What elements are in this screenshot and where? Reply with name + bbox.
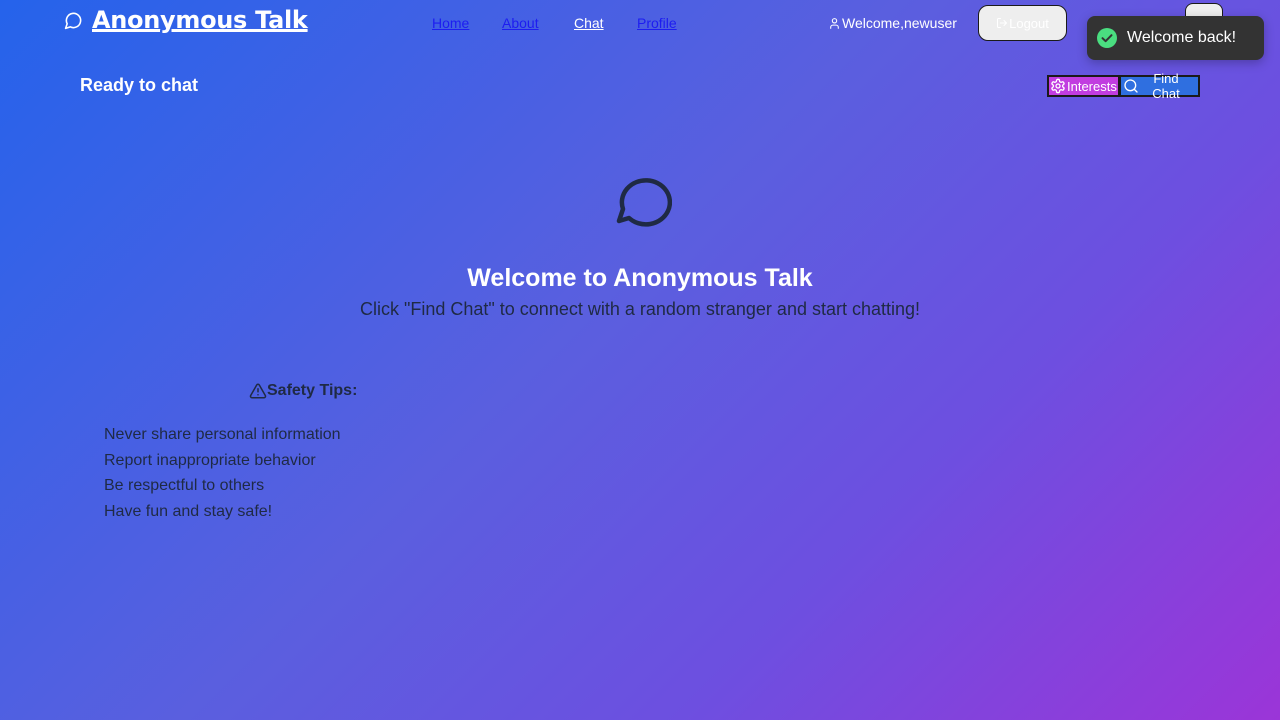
user-icon (828, 17, 841, 30)
app-logo-link[interactable]: Anonymous Talk (64, 6, 308, 34)
chat-status: Ready to chat (80, 75, 199, 95)
welcome-text: Welcome,newuser (842, 15, 957, 31)
safety-tip: Never share personal information (104, 426, 341, 443)
chat-bubble-icon (64, 11, 83, 30)
nav-chat-link[interactable]: Chat (574, 15, 604, 31)
toast-notification: Welcome back! (1087, 16, 1264, 60)
safety-tips-title: Safety Tips: (267, 382, 358, 399)
logout-button[interactable]: Logout (978, 5, 1067, 41)
safety-tip: Have fun and stay safe! (104, 503, 273, 521)
search-icon (1123, 78, 1139, 94)
interests-label: Interests (1067, 78, 1117, 94)
warning-triangle-icon (249, 382, 267, 400)
find-chat-button[interactable]: Find Chat (1119, 71, 1200, 101)
check-circle-icon (1097, 28, 1117, 48)
welcome-subtitle: Click "Find Chat" to connect with a rand… (359, 299, 921, 319)
safety-tips-heading: Safety Tips: (249, 382, 357, 400)
find-chat-label: Find Chat (1152, 71, 1180, 101)
interests-button[interactable]: Interests (1047, 75, 1120, 97)
chat-bubble-icon (612, 176, 673, 228)
nav-about-link[interactable]: About (502, 15, 539, 31)
nav-profile-link[interactable]: Profile (637, 15, 677, 31)
logout-label: Logout (1009, 15, 1049, 31)
safety-tip: Report inappropriate behavior (104, 451, 316, 469)
safety-tips-list: Never share personal information Report … (104, 422, 341, 525)
welcome-user: Welcome,newuser (828, 15, 957, 31)
gear-icon (1050, 78, 1066, 94)
safety-tip: Be respectful to others (104, 477, 265, 495)
logout-icon (996, 17, 1008, 29)
toast-message: Welcome back! (1127, 29, 1237, 46)
nav-home-link[interactable]: Home (432, 15, 469, 31)
app-title: Anonymous Talk (92, 6, 308, 34)
welcome-title: Welcome to Anonymous Talk (467, 264, 813, 292)
